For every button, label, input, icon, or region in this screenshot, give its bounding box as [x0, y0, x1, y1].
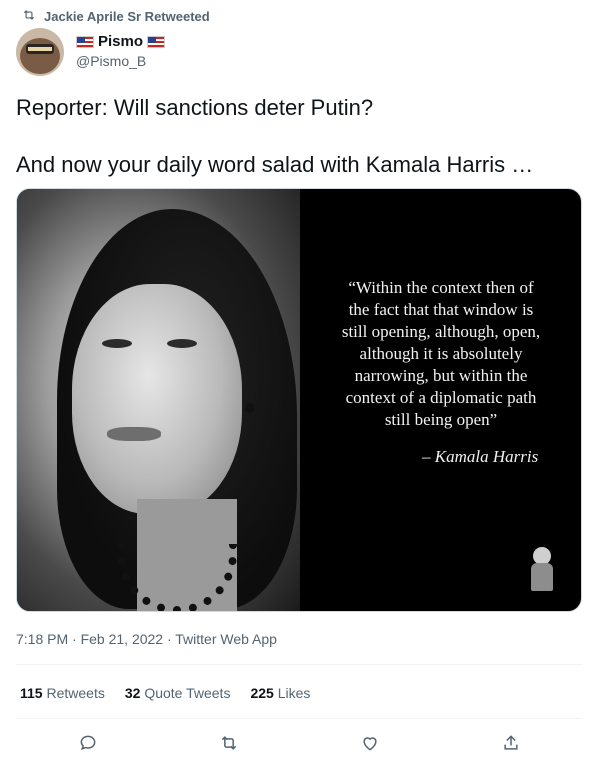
retweet-icon [22, 8, 36, 25]
us-flag-emoji [76, 35, 94, 48]
retweets-stat[interactable]: 115 Retweets [20, 685, 105, 701]
like-button[interactable] [358, 731, 382, 755]
action-bar [16, 728, 582, 758]
quote-line: still being open” [384, 410, 498, 429]
share-button[interactable] [499, 731, 523, 755]
divider [16, 718, 582, 719]
reply-button[interactable] [76, 731, 100, 755]
divider [16, 664, 582, 665]
quote-tweets-stat[interactable]: 32 Quote Tweets [125, 685, 231, 701]
tweet-meta[interactable]: 7:18 PM · Feb 21, 2022 · Twitter Web App [16, 631, 277, 647]
like-icon [363, 737, 377, 751]
quote-line: “Within the context then of [348, 278, 534, 297]
share-icon [504, 735, 518, 750]
author-name-row[interactable]: Pismo [76, 33, 166, 50]
quote-line: narrowing, but within the [354, 366, 528, 385]
avatar[interactable] [16, 28, 64, 76]
tweet-stats: 115 Retweets 32 Quote Tweets 225 Likes [20, 685, 310, 701]
likes-stat[interactable]: 225 Likes [250, 685, 310, 701]
tweet-text-line: And now your daily word salad with Kamal… [16, 152, 534, 177]
author-handle[interactable]: @Pismo_B [76, 53, 146, 69]
us-flag-emoji [147, 35, 166, 48]
reply-icon [80, 735, 96, 751]
watermark-figure [529, 547, 555, 591]
quote-line: still opening, although, open, [341, 322, 541, 341]
tweet-text: Reporter: Will sanctions deter Putin? An… [16, 93, 533, 179]
quote-line: the fact that that window is [348, 300, 534, 319]
portrait-photo [17, 189, 300, 611]
author-name[interactable]: Pismo [98, 33, 143, 50]
retweet-context[interactable]: Jackie Aprile Sr Retweeted [22, 8, 210, 25]
quote-attribution: – Kamala Harris [422, 447, 539, 466]
retweet-button[interactable] [217, 731, 241, 755]
retweet-context-label: Jackie Aprile Sr Retweeted [44, 9, 210, 24]
tweet-image[interactable]: “Within the context then of the fact tha… [16, 188, 582, 612]
quote-text: “Within the context then of the fact tha… [317, 277, 565, 431]
quote-line: although it is absolutely [359, 344, 523, 363]
quote-line: context of a diplomatic path [345, 388, 537, 407]
retweet-icon [221, 736, 237, 750]
tweet-text-line: Reporter: Will sanctions deter Putin? [16, 95, 374, 120]
